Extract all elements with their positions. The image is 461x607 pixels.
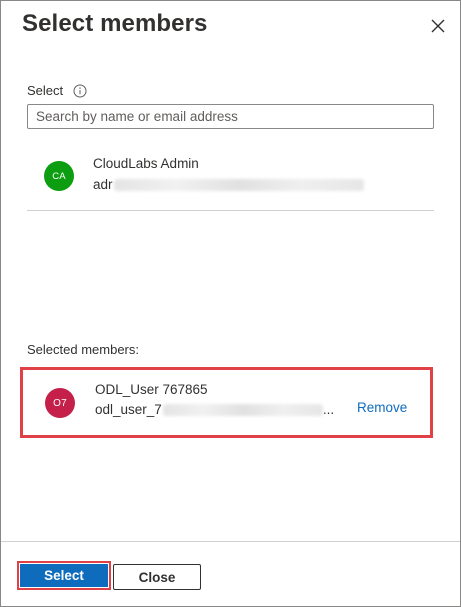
member-email-text: adr [93, 177, 113, 192]
footer-divider [1, 541, 460, 542]
redacted-email-blur [113, 179, 364, 192]
search-input[interactable] [27, 104, 434, 129]
member-email-prefix: odl_user_7 [95, 402, 162, 417]
dialog-title: Select members [22, 10, 208, 37]
avatar: O7 [45, 388, 75, 418]
close-button[interactable]: Close [113, 564, 201, 590]
search-label-row: Select [27, 83, 87, 98]
member-name: CloudLabs Admin [93, 156, 199, 171]
remove-member-link[interactable]: Remove [357, 400, 407, 415]
avatar: CA [44, 161, 74, 191]
selected-members-heading: Selected members: [27, 342, 139, 357]
member-name: ODL_User 767865 [95, 382, 208, 397]
selected-members-list: O7 ODL_User 767865 odl_user_7... Remove [20, 367, 433, 438]
select-button-highlight: Select [17, 561, 111, 590]
member-email: odl_user_7... [95, 402, 334, 417]
redacted-email-blur [162, 404, 323, 417]
select-members-dialog: Select members Select CA CloudLabs Admin… [0, 0, 461, 607]
close-icon[interactable] [427, 15, 449, 37]
selected-member-item: O7 ODL_User 767865 odl_user_7... Remove [23, 370, 430, 435]
select-button[interactable]: Select [20, 564, 108, 587]
info-icon[interactable] [73, 84, 87, 98]
member-email-suffix: ... [322, 402, 335, 417]
member-email: adr [93, 177, 364, 192]
search-result-item[interactable]: CA CloudLabs Admin adr [27, 141, 434, 211]
search-label: Select [27, 83, 64, 98]
